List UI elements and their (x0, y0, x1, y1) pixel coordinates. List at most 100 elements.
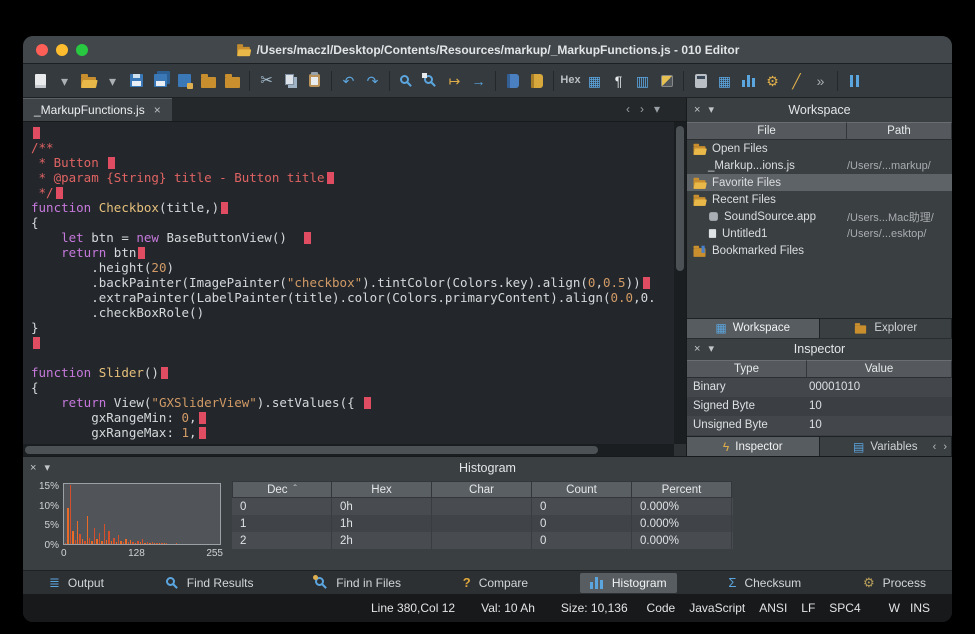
inspector-close-icon[interactable]: × (694, 344, 700, 355)
panel-scroll-right-icon[interactable]: › (943, 441, 947, 453)
tab-find-results[interactable]: Find Results (156, 573, 264, 593)
redo-icon[interactable]: ↷ (361, 69, 384, 93)
template-icon[interactable] (501, 69, 524, 93)
workspace-close-icon[interactable]: × (694, 105, 700, 116)
panel-tab-explorer[interactable]: Explorer (820, 319, 953, 338)
new-file-icon[interactable] (29, 69, 52, 93)
code-line[interactable]: let btn = new BaseButtonView() (31, 230, 686, 245)
tab-find-in-files[interactable]: Find in Files (305, 573, 411, 593)
workspace-row[interactable]: Bookmarked Files (687, 242, 952, 259)
panel-tab-workspace[interactable]: ▦Workspace (687, 319, 820, 338)
code-line[interactable]: */ (31, 185, 686, 200)
workspace-column-header[interactable]: Path (847, 122, 952, 140)
table-view-icon[interactable]: ▦ (713, 69, 736, 93)
vertical-scrollbar[interactable] (674, 122, 686, 444)
histogram-column-hex[interactable]: Hex (332, 481, 432, 498)
paragraph-marks-icon[interactable]: ¶ (607, 69, 630, 93)
new-file-caret-icon[interactable]: ▾ (53, 69, 76, 93)
jump-icon[interactable]: → (467, 69, 490, 93)
find-icon[interactable] (395, 69, 418, 93)
inspector-row[interactable]: Signed Byte10 (687, 397, 952, 416)
minimize-window-button[interactable] (56, 44, 68, 56)
panel-tab-inspector[interactable]: ϟInspector (687, 437, 820, 456)
workspace-row[interactable]: SoundSource.app/Users...Mac助理/ (687, 208, 952, 225)
panel-scroll-left-icon[interactable]: ‹ (933, 441, 937, 453)
code-line[interactable]: gxRangeMax: 1, (31, 425, 686, 440)
goto-icon[interactable]: ↦ (443, 69, 466, 93)
inspector-row[interactable]: Binary00001010 (687, 378, 952, 397)
tab-compare[interactable]: ?Compare (453, 573, 538, 593)
tab-close-icon[interactable]: × (154, 103, 161, 117)
tab-output[interactable]: ≣Output (39, 573, 114, 593)
workspace-row[interactable]: _Markup...ions.js/Users/...markup/ (687, 157, 952, 174)
inspector-row[interactable]: Unsigned Byte10 (687, 416, 952, 435)
workspace-row[interactable]: Recent Files (687, 191, 952, 208)
code-line[interactable] (31, 125, 686, 140)
horizontal-scrollbar[interactable] (23, 444, 674, 456)
open-file-caret-icon[interactable]: ▾ (101, 69, 124, 93)
code-line[interactable]: .extraPainter(LabelPainter(title).color(… (31, 290, 686, 305)
syntax-colors-icon[interactable] (655, 69, 678, 93)
more-tools-icon[interactable]: » (809, 69, 832, 93)
tab-markupfunctions[interactable]: _MarkupFunctions.js × (23, 98, 172, 121)
undo-icon[interactable]: ↶ (337, 69, 360, 93)
workspace-row[interactable]: Untitled1/Users/...esktop/ (687, 225, 952, 242)
paste-icon[interactable] (303, 69, 326, 93)
favorites-folder-icon[interactable] (221, 69, 244, 93)
tab-scroll-left-icon[interactable]: ‹ (626, 103, 630, 115)
code-editor[interactable]: /** * Button * @param {String} title - B… (23, 122, 686, 444)
open-file-icon[interactable] (77, 69, 100, 93)
tab-checksum[interactable]: ΣChecksum (718, 573, 811, 593)
code-line[interactable]: gxRangeMin: 0, (31, 410, 686, 425)
code-line[interactable]: .height(20) (31, 260, 686, 275)
workspace-menu-icon[interactable]: ▾ (708, 105, 714, 116)
inspector-column-header[interactable]: Value (807, 360, 952, 378)
histogram-tool-icon[interactable] (737, 69, 760, 93)
horizontal-scrollbar-thumb[interactable] (25, 446, 598, 454)
close-window-button[interactable] (36, 44, 48, 56)
code-line[interactable] (31, 335, 686, 350)
histogram-column-dec[interactable]: Decˆ (232, 481, 332, 498)
title-bar[interactable]: /Users/maczl/Desktop/Contents/Resources/… (23, 36, 952, 64)
hex-mode-label[interactable]: Hex (559, 69, 582, 93)
histogram-row[interactable]: 22h00.000% (232, 532, 733, 549)
code-line[interactable] (31, 350, 686, 365)
code-line[interactable]: { (31, 380, 686, 395)
code-line[interactable]: return View("GXSliderView").setValues({ (31, 395, 686, 410)
copy-icon[interactable] (279, 69, 302, 93)
charts-icon[interactable]: ╱ (785, 69, 808, 93)
save-all-icon[interactable] (149, 69, 172, 93)
code-line[interactable]: { (31, 215, 686, 230)
histogram-menu-icon[interactable]: ▾ (44, 463, 50, 474)
tab-list-icon[interactable]: ▾ (654, 103, 660, 115)
code-line[interactable]: return btn (31, 245, 686, 260)
histogram-close-icon[interactable]: × (30, 463, 36, 474)
column-mode-icon[interactable]: ▥ (631, 69, 654, 93)
binary-grid-icon[interactable]: ▦ (583, 69, 606, 93)
save-as-icon[interactable] (173, 69, 196, 93)
calculator-icon[interactable] (689, 69, 712, 93)
script-icon[interactable] (525, 69, 548, 93)
save-icon[interactable] (125, 69, 148, 93)
histogram-column-percent[interactable]: Percent (632, 481, 732, 498)
tab-scroll-right-icon[interactable]: › (640, 103, 644, 115)
tab-histogram[interactable]: Histogram (580, 573, 677, 593)
code-line[interactable]: function Checkbox(title,) (31, 200, 686, 215)
replace-icon[interactable] (419, 69, 442, 93)
inspector-menu-icon[interactable]: ▾ (708, 344, 714, 355)
zoom-window-button[interactable] (76, 44, 88, 56)
open-folder-icon[interactable] (197, 69, 220, 93)
histogram-column-count[interactable]: Count (532, 481, 632, 498)
code-line[interactable]: * Button (31, 155, 686, 170)
code-line[interactable]: function Slider() (31, 365, 686, 380)
workspace-row[interactable]: Favorite Files (687, 174, 952, 191)
tools-icon[interactable]: ⚙ (761, 69, 784, 93)
workspace-row[interactable]: Open Files (687, 140, 952, 157)
histogram-row[interactable]: 00h00.000% (232, 498, 733, 515)
code-line[interactable]: * @param {String} title - Button title (31, 170, 686, 185)
pause-icon[interactable] (843, 69, 866, 93)
code-line[interactable]: /** (31, 140, 686, 155)
code-line[interactable]: .backPainter(ImagePainter("checkbox").ti… (31, 275, 686, 290)
cut-icon[interactable]: ✂ (255, 69, 278, 93)
code-line[interactable]: } (31, 320, 686, 335)
